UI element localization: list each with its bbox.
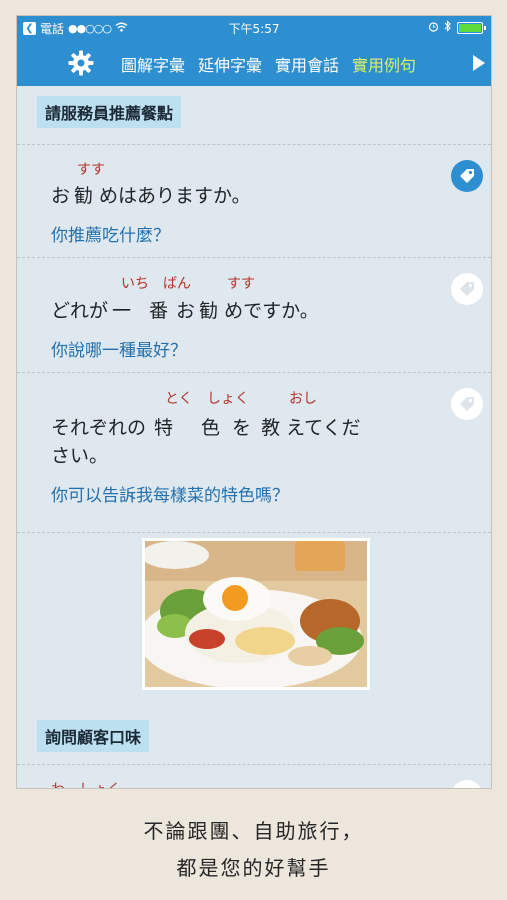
section-header: 請服務員推薦餐點	[37, 96, 182, 128]
phrase-row[interactable]: とく しょく おし それぞれの特色を教えてくだ さい。 你可以告訴我每樣菜的特色…	[17, 372, 491, 533]
japanese-sentence: どれが一番お勧めですか。	[51, 300, 319, 322]
tab-conversation[interactable]: 實用會話	[275, 52, 339, 76]
phone-screen: ❮ 電話 ●●○○○ 下午5:57 圖解字彙 延伸字彙 實用會話 實用例句 請服…	[17, 16, 491, 788]
alarm-icon	[428, 21, 439, 35]
status-right	[428, 20, 486, 35]
tab-strip: 圖解字彙 延伸字彙 實用會話 實用例句	[121, 40, 469, 86]
tab-picture-vocab[interactable]: 圖解字彙	[121, 52, 185, 76]
status-bar: ❮ 電話 ●●○○○ 下午5:57	[17, 16, 491, 40]
tab-extended-vocab[interactable]: 延伸字彙	[198, 52, 262, 76]
status-time: 下午5:57	[228, 22, 280, 36]
phrase-row[interactable]: いち ばん すす どれが一番お勧めですか。 你說哪一種最好？	[17, 257, 491, 373]
promo-caption-line2: 都是您的好幫手	[176, 856, 331, 880]
furigana: おし	[289, 391, 317, 407]
gear-icon[interactable]	[67, 49, 95, 77]
phrase-row[interactable]: すす お勧めはありますか。 你推薦吃什麼？	[17, 144, 491, 258]
bookmark-tag-icon[interactable]	[451, 780, 483, 788]
battery-icon	[457, 21, 486, 34]
nav-bar: 圖解字彙 延伸字彙 實用會話 實用例句	[17, 40, 491, 86]
section-header: 詢問顧客口味	[37, 720, 150, 752]
promo-caption-line1: 不論跟團、自助旅行，	[143, 819, 364, 843]
furigana: しょく	[79, 779, 121, 788]
japanese-sentence: それぞれの特色を教えてくだ	[51, 417, 361, 439]
furigana: ばん	[163, 276, 191, 292]
food-photo	[142, 538, 370, 690]
furigana: とく	[165, 391, 193, 407]
bookmark-tag-icon[interactable]	[451, 388, 483, 420]
furigana: すす	[227, 276, 255, 292]
bluetooth-icon	[444, 20, 452, 35]
bookmark-tag-icon[interactable]	[451, 160, 483, 192]
chinese-translation: 你推薦吃什麼？	[51, 226, 170, 246]
furigana: すす	[77, 162, 105, 178]
furigana: いち	[121, 276, 149, 292]
furigana: わ	[51, 779, 65, 788]
japanese-sentence: お勧めはありますか。	[51, 185, 251, 207]
chinese-translation: 你說哪一種最好？	[51, 341, 187, 361]
right-arrow-icon[interactable]	[473, 55, 485, 71]
chinese-translation: 你可以告訴我每樣菜的特色嗎？	[51, 486, 289, 506]
phrase-row[interactable]: わ しょく	[17, 764, 491, 788]
furigana: しょく	[207, 391, 249, 407]
bookmark-tag-icon[interactable]	[451, 273, 483, 305]
japanese-sentence-line2: さい。	[51, 445, 109, 467]
divider	[17, 532, 491, 533]
phrase-list: 請服務員推薦餐點 すす お勧めはありますか。 你推薦吃什麼？ いち ばん すす …	[17, 86, 491, 788]
tab-example-sentences[interactable]: 實用例句	[352, 52, 416, 76]
